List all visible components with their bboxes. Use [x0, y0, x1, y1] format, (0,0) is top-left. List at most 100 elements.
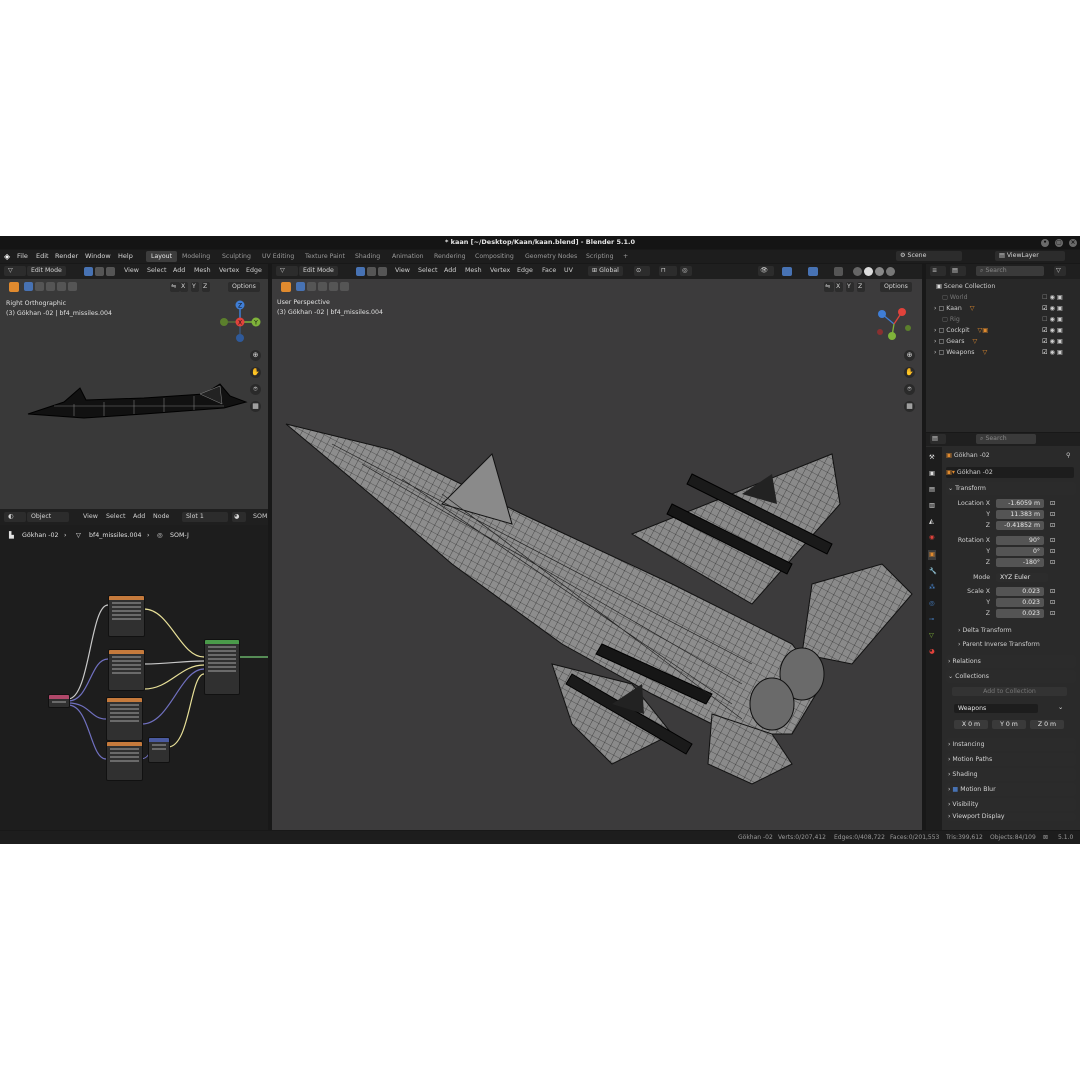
motion-blur-checkbox[interactable]: ■ — [952, 786, 958, 793]
menu-mesh[interactable]: Mesh — [194, 265, 211, 277]
tab-animation[interactable]: Animation — [387, 251, 429, 262]
tab-geometry-nodes[interactable]: Geometry Nodes — [520, 251, 582, 262]
offset-z-field[interactable]: Z 0 m — [1030, 720, 1064, 729]
tab-particles-icon[interactable]: ⁂ — [929, 583, 935, 593]
menu-help[interactable]: Help — [118, 250, 133, 263]
viewport-display-panel-header[interactable]: › Viewport Display — [946, 813, 1076, 821]
visibility-toggles[interactable]: ☑ ◉ ▣ — [1042, 336, 1063, 347]
tool-select-circle-icon[interactable] — [35, 282, 44, 291]
material-slot-selector[interactable]: Slot 1 — [182, 512, 228, 522]
eye-icon[interactable]: ◉ — [1050, 305, 1055, 312]
shader-type-selector[interactable]: Object — [27, 512, 69, 522]
location-y-field[interactable]: 11.383 m — [996, 510, 1044, 519]
lock-icon[interactable]: ⊡ — [1050, 499, 1055, 509]
options-dropdown[interactable]: Options — [228, 282, 260, 292]
collection-name-field[interactable]: Weapons — [954, 704, 1038, 713]
camera-icon[interactable]: ▣ — [1057, 305, 1063, 312]
principled-bsdf-node[interactable] — [204, 639, 240, 695]
exclude-checkbox[interactable]: ☐ — [1042, 316, 1048, 323]
tab-data-icon[interactable]: ▽ — [929, 631, 934, 641]
camera-icon[interactable]: ▣ — [1057, 349, 1063, 356]
exclude-checkbox[interactable]: ☐ — [1042, 294, 1048, 301]
visibility-toggles[interactable]: ☐ ◉ ▣ — [1042, 314, 1063, 325]
menu-add[interactable]: Add — [173, 265, 185, 277]
tab-material-icon[interactable]: ◕ — [929, 647, 935, 657]
rotation-mode-select[interactable]: XYZ Euler — [996, 573, 1048, 582]
motion-blur-panel-header[interactable]: › ■ Motion Blur — [946, 783, 1076, 796]
location-z-field[interactable]: -0.41852 m — [996, 521, 1044, 530]
rotation-z-field[interactable]: -180° — [996, 558, 1044, 567]
material-browse-icon[interactable]: ◕ — [232, 512, 246, 522]
menu-window[interactable]: Window — [85, 250, 111, 263]
camera-icon[interactable]: ▣ — [1057, 338, 1063, 345]
properties-editor[interactable]: ▤ ⌕ Search ⚒ ▣ ▤ ▥ ◭ ◉ ▣ 🔧 ⁂ ◎ ⊸ ▽ ◕ ▣ G… — [926, 433, 1080, 830]
maximize-button[interactable]: ▢ — [1055, 239, 1063, 247]
pin-icon[interactable]: ⚲ — [1066, 450, 1071, 461]
tab-uv-editing[interactable]: UV Editing — [257, 251, 299, 262]
menu-select[interactable]: Select — [106, 511, 125, 523]
texcoord-node[interactable] — [48, 694, 70, 708]
toolbar-toggle-icon[interactable] — [9, 282, 19, 292]
lock-icon[interactable]: ⊡ — [1050, 598, 1055, 608]
filter-icon[interactable]: ▽ — [1054, 266, 1066, 276]
minimize-button[interactable]: • — [1041, 239, 1049, 247]
tab-texture-paint[interactable]: Texture Paint — [300, 251, 350, 262]
relations-panel-header[interactable]: › Relations — [946, 655, 1076, 668]
location-x-field[interactable]: -1.6059 m — [996, 499, 1044, 508]
lock-icon[interactable]: ⊡ — [1050, 587, 1055, 597]
add-workspace-button[interactable]: + — [618, 251, 633, 262]
motion-paths-panel-header[interactable]: › Motion Paths — [946, 753, 1076, 766]
zoom-icon[interactable]: ⊕ — [250, 350, 261, 361]
shader-node-editor[interactable]: ◐ Object View Select Add Node Slot 1 ◕ S… — [0, 509, 268, 830]
menu-file[interactable]: File — [17, 250, 28, 263]
visibility-toggles[interactable]: ☐ ◉ ▣ — [1042, 292, 1063, 303]
camera-icon[interactable]: ▣ — [1057, 316, 1063, 323]
image-texture-node[interactable] — [108, 595, 145, 637]
close-button[interactable]: × — [1069, 239, 1077, 247]
visibility-toggles[interactable]: ☑ ◉ ▣ — [1042, 303, 1063, 314]
tab-render-icon[interactable]: ▣ — [929, 469, 935, 479]
menu-vertex[interactable]: Vertex — [219, 265, 239, 277]
image-texture-node[interactable] — [106, 697, 143, 741]
collection-menu-chevron-icon[interactable]: ⌄ — [1058, 703, 1063, 713]
edge-select-mode-icon[interactable] — [95, 267, 104, 276]
camera-icon[interactable]: ▣ — [1057, 294, 1063, 301]
menu-view[interactable]: View — [124, 265, 139, 277]
tab-constraints-icon[interactable]: ⊸ — [929, 615, 934, 625]
navigation-gizmo[interactable]: Z X Y — [214, 297, 264, 347]
menu-edge[interactable]: Edge — [246, 265, 262, 277]
exclude-checkbox[interactable]: ☑ — [1042, 305, 1048, 312]
tab-modeling[interactable]: Modeling — [177, 251, 215, 262]
visibility-toggles[interactable]: ☑ ◉ ▣ — [1042, 347, 1063, 358]
eye-icon[interactable]: ◉ — [1050, 294, 1055, 301]
tab-object-icon[interactable]: ▣ — [928, 550, 936, 560]
image-texture-node[interactable] — [108, 649, 145, 691]
tab-output-icon[interactable]: ▤ — [929, 485, 935, 495]
image-texture-node[interactable] — [106, 741, 143, 781]
visibility-panel-header[interactable]: › Visibility — [946, 798, 1076, 811]
tab-view-layer-icon[interactable]: ▥ — [929, 501, 935, 511]
shading-panel-header[interactable]: › Shading — [946, 768, 1076, 781]
instancing-panel-header[interactable]: › Instancing — [946, 738, 1076, 751]
collections-panel-header[interactable]: ⌄ Collections — [946, 670, 1076, 683]
transform-panel-header[interactable]: ⌄ Transform — [946, 482, 1076, 495]
lock-icon[interactable]: ⊡ — [1050, 521, 1055, 531]
tab-modifiers-icon[interactable]: 🔧 — [929, 567, 937, 577]
visibility-toggles[interactable]: ☑ ◉ ▣ — [1042, 325, 1063, 336]
tab-physics-icon[interactable]: ◎ — [929, 599, 935, 609]
tool-select-box-icon[interactable] — [24, 282, 33, 291]
exclude-checkbox[interactable]: ☑ — [1042, 327, 1048, 334]
add-to-collection-button[interactable]: Add to Collection — [952, 687, 1067, 696]
blender-logo-icon[interactable]: ◈ — [4, 250, 10, 263]
scene-selector[interactable]: ⚙ Scene — [896, 251, 962, 261]
tab-shading[interactable]: Shading — [350, 251, 385, 262]
view-layer-selector[interactable]: ▤ ViewLayer — [995, 251, 1065, 261]
menu-render[interactable]: Render — [55, 250, 78, 263]
axis-z-toggle[interactable]: Z — [202, 282, 210, 292]
lock-icon[interactable]: ⊡ — [1050, 510, 1055, 520]
editor-type-outliner-button[interactable]: ≡ — [930, 266, 946, 276]
tab-scene-icon[interactable]: ◭ — [929, 517, 934, 527]
mirror-icon[interactable]: ⇋ — [170, 282, 180, 292]
viewport-user-perspective[interactable]: ▽ Edit Mode View Select Add Mesh Vertex … — [272, 264, 922, 830]
lock-icon[interactable]: ⊡ — [1050, 609, 1055, 619]
